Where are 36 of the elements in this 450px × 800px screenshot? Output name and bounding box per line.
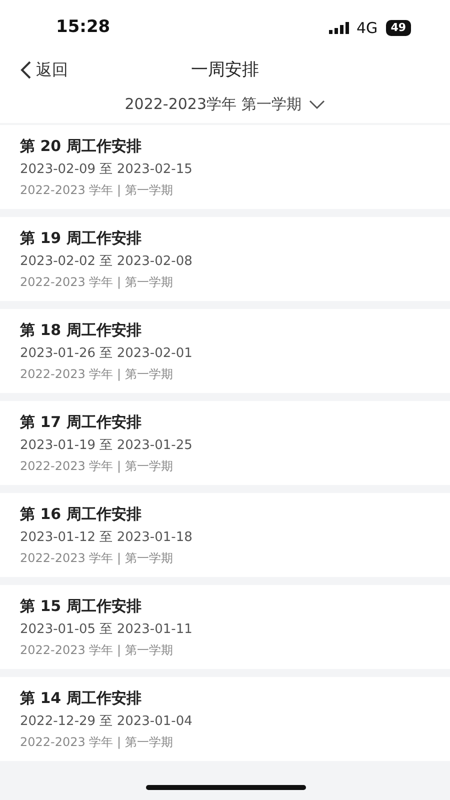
week-card[interactable]: 第 17 周工作安排 2023-01-19 至 2023-01-25 2022-2023 学年 | 第一学期 — [0, 401, 450, 485]
week-title: 第 16 周工作安排 — [20, 504, 142, 525]
page-title: 一周安排 — [191, 59, 259, 82]
back-button[interactable]: 返回 — [20, 58, 68, 82]
week-title: 第 15 周工作安排 — [20, 596, 142, 617]
term-label: 2022-2023 学年 | 第一学期 — [20, 642, 173, 659]
week-title: 第 17 周工作安排 — [20, 412, 142, 433]
week-title: 第 14 周工作安排 — [20, 688, 142, 709]
week-title: 第 20 周工作安排 — [20, 136, 142, 157]
caret-icon — [309, 100, 326, 110]
date-range: 2023-01-12 至 2023-01-18 — [20, 529, 192, 547]
back-chevron-icon — [20, 61, 32, 79]
signal-icon — [328, 22, 349, 34]
week-title: 第 18 周工作安排 — [20, 320, 142, 341]
date-range: 2023-01-26 至 2023-02-01 — [20, 345, 192, 363]
date-range: 2023-01-19 至 2023-01-25 — [20, 437, 192, 455]
battery-indicator: 49 — [386, 20, 411, 36]
week-card[interactable]: 第 18 周工作安排 2023-01-26 至 2023-02-01 2022-2023 学年 | 第一学期 — [0, 309, 450, 393]
week-card[interactable]: 第 19 周工作安排 2023-02-02 至 2023-02-08 2022-2023 学年 | 第一学期 — [0, 217, 450, 301]
week-card[interactable]: 第 14 周工作安排 2022-12-29 至 2023-01-04 2022-2023 学年 | 第一学期 — [0, 677, 450, 761]
status-time: 15:28 — [56, 16, 110, 40]
term-label: 2022-2023 学年 | 第一学期 — [20, 182, 173, 199]
week-card[interactable]: 第 20 周工作安排 2023-02-09 至 2023-02-15 2022-2023 学年 | 第一学期 — [0, 125, 450, 209]
week-card[interactable]: 第 16 周工作安排 2023-01-12 至 2023-01-18 2022-2023 学年 | 第一学期 — [0, 493, 450, 577]
date-range: 2023-02-09 至 2023-02-15 — [20, 161, 192, 179]
week-card[interactable]: 第 15 周工作安排 2023-01-05 至 2023-01-11 2022-2023 学年 | 第一学期 — [0, 585, 450, 669]
date-range: 2022-12-29 至 2023-01-04 — [20, 713, 192, 731]
network-label: 4G — [356, 18, 378, 39]
date-range: 2023-01-05 至 2023-01-11 — [20, 621, 192, 639]
term-label: 2022-2023 学年 | 第一学期 — [20, 550, 173, 567]
date-range: 2023-02-02 至 2023-02-08 — [20, 253, 192, 271]
week-title: 第 19 周工作安排 — [20, 228, 142, 249]
term-label: 2022-2023 学年 | 第一学期 — [20, 366, 173, 383]
term-label: 2022-2023 学年 | 第一学期 — [20, 274, 173, 291]
term-label: 2022-2023 学年 | 第一学期 — [20, 734, 173, 751]
term-label: 2022-2023 学年 | 第一学期 — [20, 458, 173, 475]
